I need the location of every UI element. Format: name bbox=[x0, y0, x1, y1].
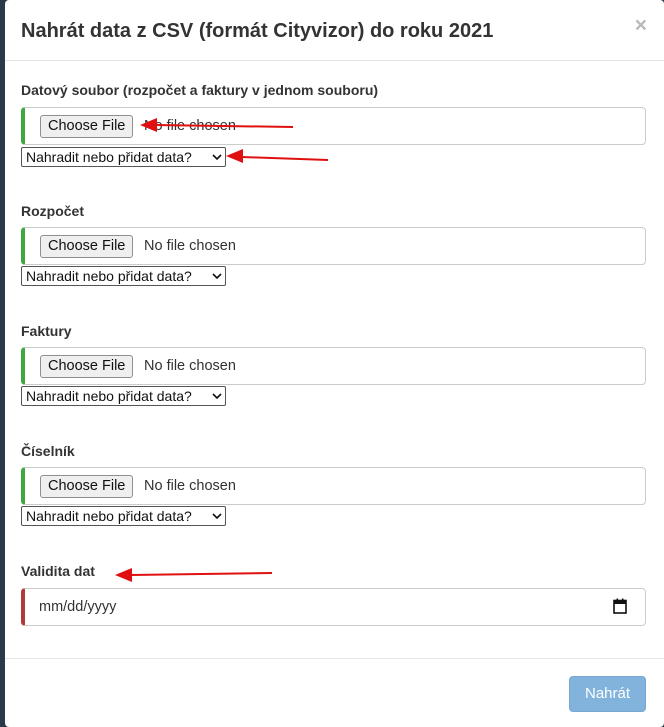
invoices-file-status: No file chosen bbox=[144, 358, 236, 374]
budget-mode-value: Nahradit nebo přidat data? bbox=[26, 268, 192, 284]
budget-choose-button[interactable]: Choose File bbox=[40, 235, 134, 258]
chevron-down-icon bbox=[212, 273, 222, 280]
codebook-mode-value: Nahradit nebo přidat data? bbox=[26, 508, 192, 524]
invoices-mode-select[interactable]: Nahradit nebo přidat data? bbox=[21, 386, 226, 406]
invoices-choose-button[interactable]: Choose File bbox=[40, 355, 134, 378]
upload-modal: Nahrát data z CSV (formát Cityvizor) do … bbox=[5, 0, 664, 727]
invoices-file-input[interactable]: Choose File No file chosen bbox=[21, 347, 646, 385]
codebook-file-status: No file chosen bbox=[144, 478, 236, 494]
chevron-down-icon bbox=[212, 154, 222, 161]
chevron-down-icon bbox=[212, 513, 222, 520]
budget-label: Rozpočet bbox=[21, 203, 84, 219]
data-file-mode-select[interactable]: Nahradit nebo přidat data? bbox=[21, 147, 226, 167]
submit-button[interactable]: Nahrát bbox=[569, 676, 646, 712]
codebook-file-input[interactable]: Choose File No file chosen bbox=[21, 467, 646, 505]
data-file-choose-button[interactable]: Choose File bbox=[40, 115, 134, 138]
modal-header: Nahrát data z CSV (formát Cityvizor) do … bbox=[5, 0, 664, 61]
codebook-label: Číselník bbox=[21, 443, 75, 459]
data-file-input[interactable]: Choose File No file chosen bbox=[21, 107, 646, 145]
calendar-icon[interactable] bbox=[613, 598, 627, 614]
data-file-label: Datový soubor (rozpočet a faktury v jedn… bbox=[21, 82, 379, 98]
budget-file-status: No file chosen bbox=[144, 238, 236, 254]
validity-date-placeholder: mm/dd/yyyy bbox=[39, 599, 117, 615]
chevron-down-icon bbox=[212, 393, 222, 400]
budget-mode-select[interactable]: Nahradit nebo přidat data? bbox=[21, 266, 226, 286]
data-file-status: No file chosen bbox=[144, 118, 236, 134]
codebook-mode-select[interactable]: Nahradit nebo přidat data? bbox=[21, 506, 226, 526]
validity-date-input[interactable]: mm/dd/yyyy bbox=[21, 588, 646, 626]
close-icon[interactable]: × bbox=[635, 14, 647, 38]
modal-footer: Nahrát bbox=[5, 658, 664, 727]
codebook-choose-button[interactable]: Choose File bbox=[40, 475, 134, 498]
modal-title: Nahrát data z CSV (formát Cityvizor) do … bbox=[21, 20, 494, 42]
budget-file-input[interactable]: Choose File No file chosen bbox=[21, 227, 646, 265]
invoices-mode-value: Nahradit nebo přidat data? bbox=[26, 388, 192, 404]
validity-label: Validita dat bbox=[21, 563, 95, 579]
data-file-mode-value: Nahradit nebo přidat data? bbox=[26, 149, 192, 165]
invoices-label: Faktury bbox=[21, 323, 72, 339]
